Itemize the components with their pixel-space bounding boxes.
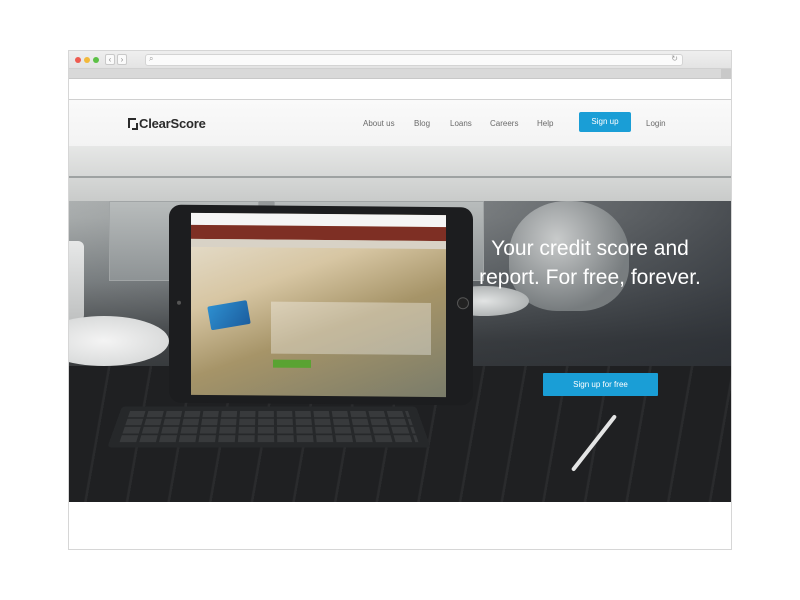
main-nav: About us Blog Loans Careers Help Sign up… xyxy=(69,100,731,146)
chevron-right-icon[interactable]: › xyxy=(117,54,127,65)
chevron-left-icon[interactable]: ‹ xyxy=(105,54,115,65)
minimize-window-button[interactable] xyxy=(84,57,90,63)
search-icon: ⌕ xyxy=(149,54,154,63)
reload-icon[interactable]: ↻ xyxy=(671,54,678,63)
ipad-camera xyxy=(177,300,181,305)
login-link[interactable]: Login xyxy=(646,119,666,128)
browser-toolbar: ‹ › ⌕ ↻ xyxy=(69,51,731,69)
address-bar[interactable]: ⌕ ↻ xyxy=(145,54,683,66)
hero-background-cabinet xyxy=(69,146,731,201)
hero-section: Your credit score and report. For free, … xyxy=(69,146,731,502)
hero-title-line-2: report. For free, forever. xyxy=(479,266,701,289)
signup-for-free-button[interactable]: Sign up for free xyxy=(543,373,658,396)
close-window-button[interactable] xyxy=(75,57,81,63)
hero-title: Your credit score and report. For free, … xyxy=(449,234,731,292)
nav-link-about-us[interactable]: About us xyxy=(363,119,395,128)
hero-keyboard-image xyxy=(107,406,431,448)
nav-link-loans[interactable]: Loans xyxy=(450,119,472,128)
hero-title-line-1: Your credit score and xyxy=(491,237,689,260)
maximize-window-button[interactable] xyxy=(93,57,99,63)
nav-link-blog[interactable]: Blog xyxy=(414,119,430,128)
ipad-screen xyxy=(191,212,446,398)
browser-window: ‹ › ⌕ ↻ ClearScore About us Blog Loans C… xyxy=(68,50,732,550)
hero-background-plate xyxy=(69,316,169,366)
new-tab-button[interactable] xyxy=(721,69,731,78)
signup-button[interactable]: Sign up xyxy=(579,112,631,132)
credit-card-image xyxy=(207,300,251,331)
tab-strip xyxy=(69,69,731,79)
site-header: ClearScore About us Blog Loans Careers H… xyxy=(69,100,731,146)
page-top-band xyxy=(69,80,731,100)
hero-background-plate-stack xyxy=(69,241,84,321)
nav-link-careers[interactable]: Careers xyxy=(490,119,518,128)
ipad-home-button xyxy=(457,297,469,310)
nav-link-help[interactable]: Help xyxy=(537,119,553,128)
hero-ipad-image xyxy=(169,204,473,406)
